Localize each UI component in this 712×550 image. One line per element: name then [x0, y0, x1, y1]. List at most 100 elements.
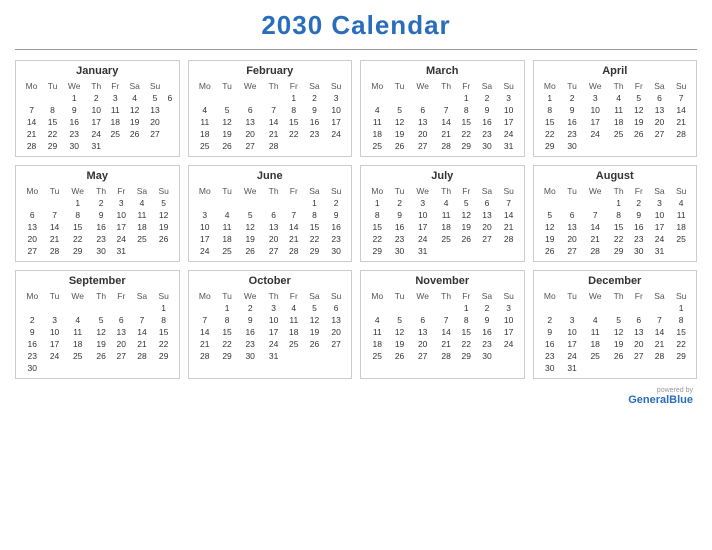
day-cell: 10	[562, 326, 582, 338]
day-cell: 31	[649, 245, 671, 257]
day-header: Mo	[538, 80, 563, 92]
day-cell: 7	[131, 314, 153, 326]
day-cell	[562, 197, 582, 209]
week-row: 1234567	[538, 92, 693, 104]
month-table-april: MoTuWeThFrSaSu12345678910111213141516171…	[538, 80, 693, 152]
day-cell: 15	[304, 221, 326, 233]
day-cell	[284, 197, 304, 209]
day-header: Su	[498, 80, 520, 92]
day-cell: 15	[217, 326, 237, 338]
day-cell: 21	[582, 233, 608, 245]
day-cell: 13	[111, 326, 131, 338]
day-cell: 17	[649, 221, 671, 233]
day-header: Mo	[193, 185, 218, 197]
day-cell: 23	[476, 338, 498, 350]
day-cell: 22	[538, 128, 563, 140]
day-cell: 16	[476, 326, 498, 338]
day-cell: 12	[153, 209, 175, 221]
week-row: 252627282930	[365, 350, 520, 362]
day-cell: 17	[325, 116, 347, 128]
day-cell: 1	[284, 92, 304, 104]
day-cell: 7	[436, 314, 457, 326]
day-header: We	[237, 80, 263, 92]
day-cell: 6	[410, 104, 436, 116]
page-title: 2030 Calendar	[15, 10, 697, 41]
day-cell: 2	[304, 92, 326, 104]
week-row: 16171819202122	[538, 338, 693, 350]
day-cell: 25	[608, 128, 629, 140]
day-cell: 18	[65, 338, 91, 350]
day-header: Su	[498, 185, 520, 197]
day-cell: 10	[193, 221, 218, 233]
day-cell: 20	[20, 233, 45, 245]
week-row: 123	[365, 302, 520, 314]
day-cell: 27	[263, 245, 284, 257]
day-cell: 11	[131, 209, 153, 221]
week-row: 45678910	[365, 104, 520, 116]
day-cell	[20, 92, 43, 104]
day-cell: 22	[65, 233, 91, 245]
day-cell: 30	[562, 140, 582, 152]
day-cell: 16	[476, 116, 498, 128]
day-header: Tu	[217, 290, 237, 302]
day-header: Th	[608, 80, 629, 92]
day-cell: 29	[365, 245, 390, 257]
day-cell: 26	[124, 128, 144, 140]
day-cell: 29	[538, 140, 563, 152]
day-cell: 23	[237, 338, 263, 350]
day-header: Mo	[365, 185, 390, 197]
day-cell	[436, 245, 457, 257]
day-cell: 3	[582, 92, 608, 104]
day-cell: 20	[562, 233, 582, 245]
day-cell: 21	[284, 233, 304, 245]
day-cell: 20	[476, 221, 498, 233]
day-cell: 8	[43, 104, 62, 116]
day-cell: 30	[390, 245, 410, 257]
day-cell: 11	[670, 209, 692, 221]
day-cell	[325, 350, 347, 362]
day-cell: 1	[456, 92, 476, 104]
day-cell: 10	[111, 209, 131, 221]
day-cell: 21	[263, 128, 284, 140]
day-cell: 21	[649, 338, 671, 350]
day-cell: 20	[649, 116, 671, 128]
day-cell: 30	[20, 362, 45, 374]
day-cell	[217, 92, 237, 104]
day-cell	[65, 362, 91, 374]
day-cell: 8	[304, 209, 326, 221]
month-table-august: MoTuWeThFrSaSu12345678910111213141516171…	[538, 185, 693, 257]
day-cell: 5	[91, 314, 112, 326]
day-cell: 1	[62, 92, 87, 104]
day-header: Sa	[476, 185, 498, 197]
day-cell: 30	[62, 140, 87, 152]
day-cell: 16	[390, 221, 410, 233]
month-table-june: MoTuWeThFrSaSu12345678910111213141516171…	[193, 185, 348, 257]
day-cell: 25	[106, 128, 125, 140]
day-cell: 19	[153, 221, 175, 233]
day-cell: 23	[20, 350, 45, 362]
day-cell: 25	[65, 350, 91, 362]
day-cell: 8	[670, 314, 692, 326]
day-cell: 2	[20, 314, 45, 326]
day-cell: 3	[498, 92, 520, 104]
day-cell: 18	[670, 221, 692, 233]
day-cell: 19	[237, 233, 263, 245]
day-cell: 7	[649, 314, 671, 326]
day-header: Th	[436, 185, 457, 197]
day-cell: 11	[284, 314, 304, 326]
week-row: 891011121314	[365, 209, 520, 221]
day-cell	[456, 245, 476, 257]
powered-by-text: powered by	[15, 387, 693, 394]
day-cell: 5	[217, 104, 237, 116]
calendar-grid: JanuaryMoTuWeThFrSaSu1234567891011121314…	[15, 60, 697, 379]
week-row: 23242526272829	[538, 350, 693, 362]
day-cell: 22	[670, 338, 692, 350]
day-cell: 17	[111, 221, 131, 233]
week-row: 123	[365, 92, 520, 104]
day-cell: 12	[304, 314, 326, 326]
month-title-march: March	[365, 65, 520, 77]
day-cell: 25	[217, 245, 237, 257]
day-cell: 16	[62, 116, 87, 128]
day-cell: 29	[65, 245, 91, 257]
week-row: 22232425262728	[538, 128, 693, 140]
